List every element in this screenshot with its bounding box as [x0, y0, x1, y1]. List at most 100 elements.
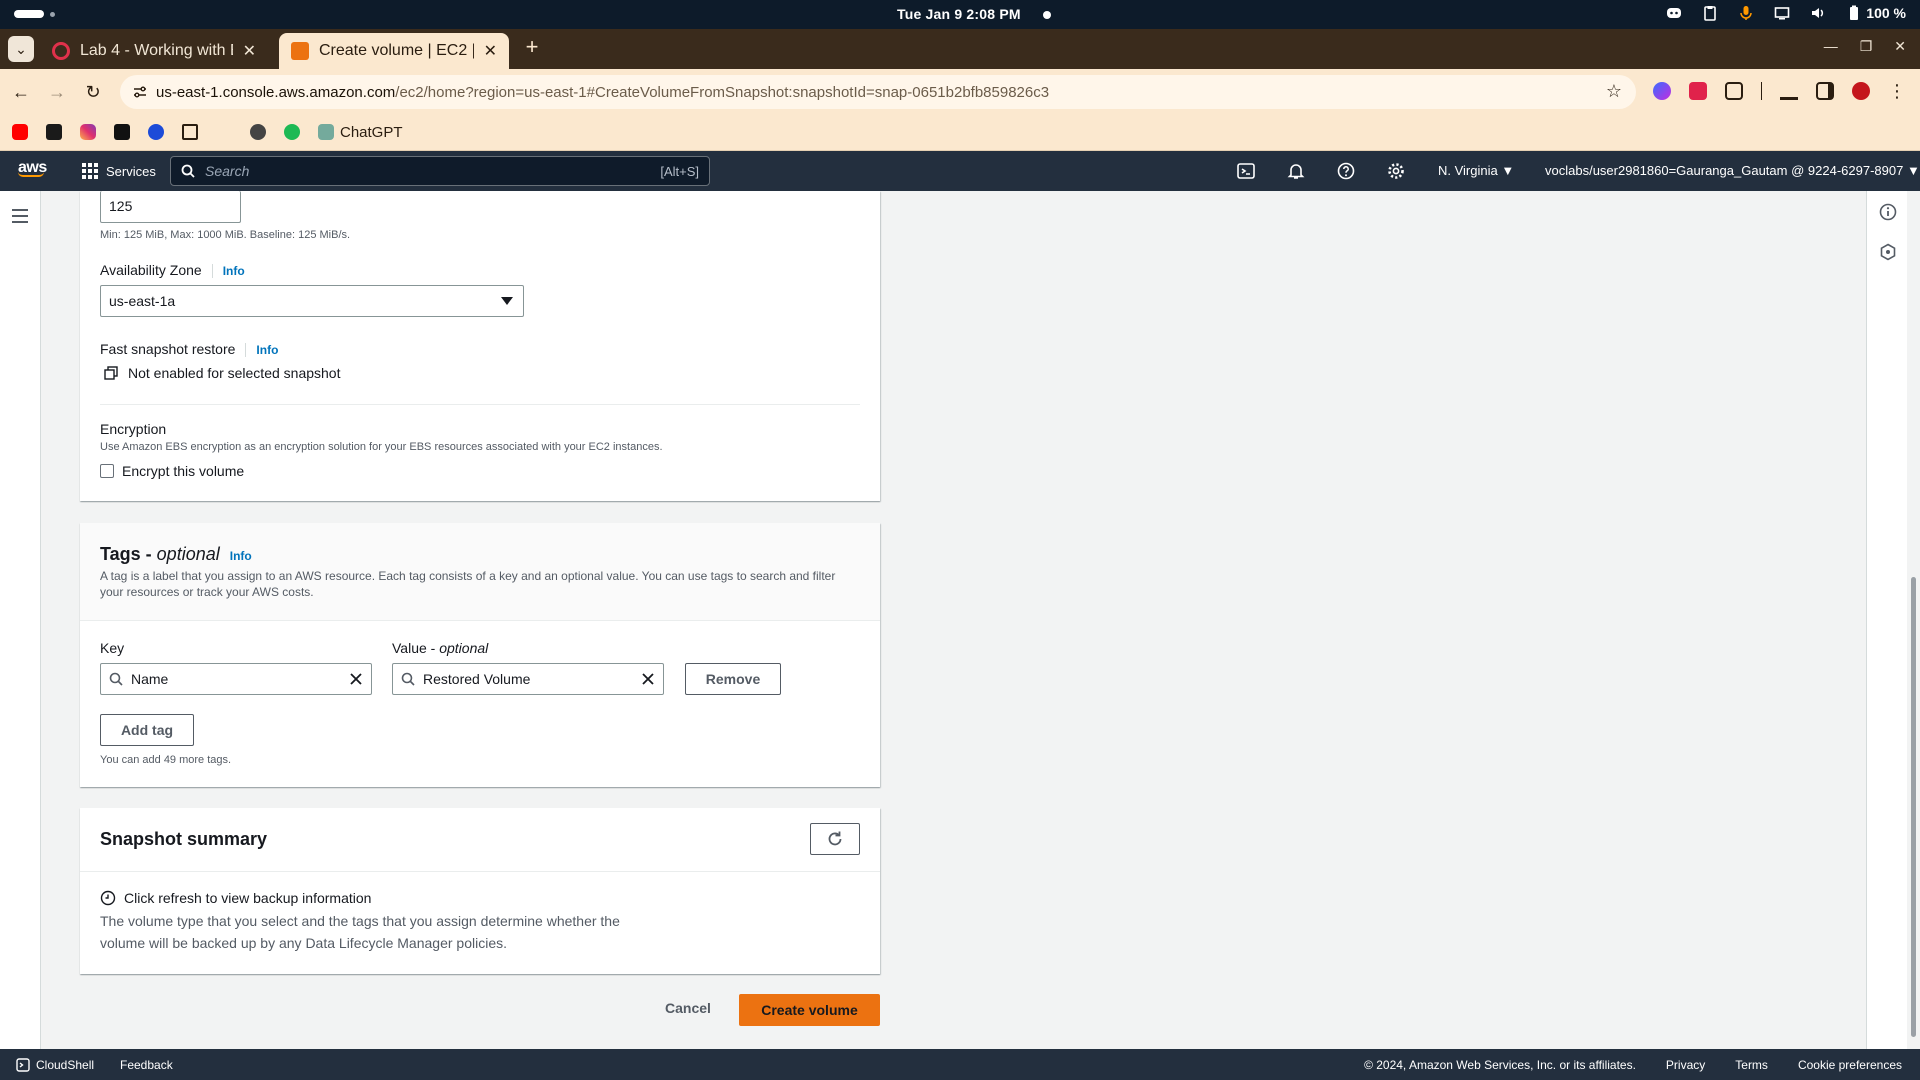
close-window-icon[interactable]: ✕ — [1894, 38, 1906, 55]
privacy-link[interactable]: Privacy — [1666, 1058, 1705, 1072]
encrypt-volume-label[interactable]: Encrypt this volume — [122, 463, 244, 479]
services-label: Services — [106, 163, 156, 179]
bookmark-chatgpt[interactable]: ChatGPT — [318, 124, 403, 141]
aws-logo-text: aws — [18, 159, 47, 176]
footer-links: © 2024, Amazon Web Services, Inc. or its… — [1364, 1058, 1902, 1072]
search-input[interactable]: Search [Alt+S] — [170, 156, 710, 186]
tag-key-input[interactable]: Name — [100, 663, 372, 695]
hexagon-tool-icon[interactable] — [1879, 243, 1897, 261]
blank-bookmark-icon[interactable] — [216, 124, 232, 140]
minimize-icon[interactable]: — — [1824, 38, 1838, 55]
region-selector[interactable]: N. Virginia ▼ — [1438, 163, 1514, 178]
availability-zone-select[interactable]: us-east-1a — [100, 285, 524, 317]
close-tab-icon[interactable]: ✕ — [484, 41, 497, 61]
instagram-icon[interactable] — [80, 124, 96, 140]
lab-favicon-icon — [52, 42, 70, 60]
tab-lab4[interactable]: Lab 4 - Working with EBS ✕ — [40, 33, 268, 69]
system-tray[interactable]: 100 % — [1666, 5, 1906, 21]
throughput-input[interactable]: 125 — [100, 191, 241, 223]
throughput-hint: Min: 125 MiB, Max: 1000 MiB. Baseline: 1… — [100, 229, 351, 241]
cloudshell-label: CloudShell — [36, 1058, 95, 1072]
encryption-description: Use Amazon EBS encryption as an encrypti… — [100, 441, 663, 453]
globe-icon[interactable] — [250, 124, 266, 140]
spotify-icon[interactable] — [284, 124, 300, 140]
toolbar-divider — [1761, 82, 1762, 100]
page-scrollbar[interactable] — [1907, 191, 1920, 1049]
gemini-extension-icon[interactable] — [1653, 82, 1671, 100]
tab-create-volume[interactable]: Create volume | EC2 | us-east-1 ✕ — [279, 33, 509, 69]
workspace-indicator[interactable] — [14, 10, 44, 18]
app-bookmark-icon[interactable] — [148, 124, 164, 140]
refresh-button[interactable] — [810, 823, 860, 855]
new-tab-button[interactable]: + — [520, 36, 544, 60]
terms-link[interactable]: Terms — [1735, 1058, 1768, 1072]
scrollbar-thumb[interactable] — [1911, 577, 1916, 1037]
tab-search-menu[interactable]: ⌄ — [8, 36, 34, 62]
remove-tag-button[interactable]: Remove — [685, 663, 781, 695]
tiktok-icon[interactable] — [114, 124, 130, 140]
add-tag-button[interactable]: Add tag — [100, 714, 194, 746]
cloudshell-icon[interactable] — [1237, 162, 1255, 180]
tags-description: A tag is a label that you assign to an A… — [100, 569, 836, 599]
reload-icon[interactable]: ↻ — [82, 81, 104, 103]
tags-title-text: Tags - — [100, 544, 157, 564]
notifications-bell-icon[interactable] — [1287, 162, 1305, 180]
search-shortcut: [Alt+S] — [660, 163, 699, 179]
volume-settings-panel: 125 Min: 125 MiB, Max: 1000 MiB. Baselin… — [80, 191, 880, 501]
hamburger-menu-icon[interactable] — [12, 209, 28, 223]
site-settings-icon[interactable] — [132, 84, 148, 100]
aws-logo[interactable]: aws — [18, 159, 47, 177]
tag-value-input[interactable]: Restored Volume — [392, 663, 664, 695]
search-icon — [401, 672, 415, 686]
volume-icon[interactable] — [1810, 5, 1826, 21]
profile-avatar-icon[interactable] — [1852, 82, 1870, 100]
discord-icon[interactable] — [1666, 5, 1682, 21]
address-bar[interactable]: us-east-1.console.aws.amazon.com/ec2/hom… — [120, 75, 1636, 109]
back-icon[interactable]: ← — [10, 81, 32, 103]
tab-title: Lab 4 - Working with EBS — [80, 42, 233, 59]
fsr-info-link[interactable]: Info — [245, 343, 279, 357]
tag-value-value: Restored Volume — [423, 671, 531, 687]
folder-icon[interactable] — [182, 124, 198, 140]
workspace-dot[interactable] — [50, 12, 55, 17]
tags-info-link[interactable]: Info — [230, 549, 252, 563]
cloudshell-footer-link[interactable]: CloudShell — [16, 1058, 94, 1072]
os-top-bar: Tue Jan 9 2:08 PM 100 % — [0, 0, 1920, 29]
battery-percent: 100 % — [1866, 5, 1906, 21]
account-label: voclabs/user2981860=Gauranga_Gautam @ 92… — [1545, 163, 1904, 178]
az-info-link[interactable]: Info — [211, 264, 245, 278]
side-panel-icon[interactable] — [1816, 82, 1834, 100]
section-divider — [100, 404, 860, 405]
screen-icon[interactable] — [1774, 5, 1790, 21]
help-icon[interactable] — [1337, 162, 1355, 180]
extension-icons: ⋮ — [1653, 82, 1906, 100]
battery-status[interactable]: 100 % — [1846, 5, 1906, 21]
encrypt-volume-checkbox[interactable] — [100, 464, 114, 478]
cookie-preferences-link[interactable]: Cookie preferences — [1798, 1058, 1902, 1072]
clipboard-icon[interactable] — [1702, 5, 1718, 21]
browser-menu-icon[interactable]: ⋮ — [1888, 82, 1906, 100]
microphone-icon[interactable] — [1738, 5, 1754, 21]
create-volume-button[interactable]: Create volume — [739, 994, 880, 1026]
feedback-link[interactable]: Feedback — [120, 1058, 173, 1072]
youtube-icon[interactable] — [12, 124, 28, 140]
copyright-text: © 2024, Amazon Web Services, Inc. or its… — [1364, 1058, 1636, 1072]
settings-gear-icon[interactable] — [1387, 162, 1405, 180]
os-clock[interactable]: Tue Jan 9 2:08 PM — [897, 6, 1021, 22]
cancel-button[interactable]: Cancel — [665, 1000, 711, 1016]
forward-icon[interactable]: → — [46, 81, 68, 103]
font-a-icon[interactable] — [46, 124, 62, 140]
clear-icon[interactable] — [349, 672, 363, 686]
info-panel-icon[interactable] — [1879, 203, 1897, 221]
download-icon[interactable] — [1780, 82, 1798, 100]
puzzle-extension-icon[interactable] — [1725, 82, 1743, 100]
red-extension-icon[interactable] — [1689, 82, 1707, 100]
close-tab-icon[interactable]: ✕ — [243, 41, 256, 61]
services-menu[interactable]: Services — [82, 163, 156, 179]
clear-icon[interactable] — [641, 672, 655, 686]
restore-icon[interactable]: ❐ — [1860, 38, 1873, 55]
bookmark-star-icon[interactable]: ☆ — [1606, 81, 1622, 102]
console-footer: CloudShell Feedback © 2024, Amazon Web S… — [0, 1049, 1920, 1080]
account-menu[interactable]: voclabs/user2981860=Gauranga_Gautam @ 92… — [1545, 163, 1920, 178]
fast-snapshot-restore-label: Fast snapshot restore Info — [100, 341, 279, 357]
